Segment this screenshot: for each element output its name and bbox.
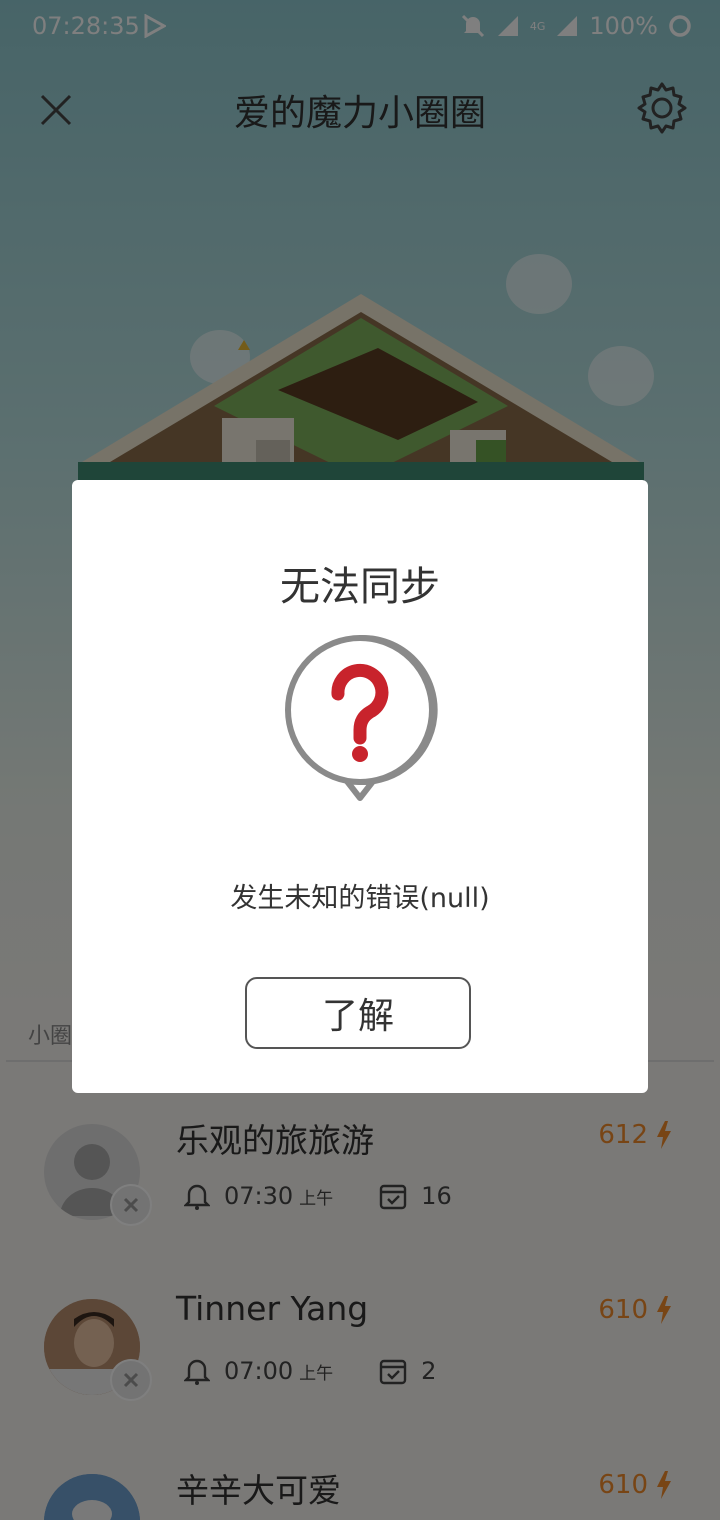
- dialog-message: 发生未知的错误(null): [230, 883, 490, 914]
- error-dialog: 无法同步 发生未知的错误(null) 了解: [72, 480, 648, 1093]
- question-bubble-icon: [285, 634, 438, 801]
- dialog-title: 无法同步: [280, 564, 440, 610]
- ok-button[interactable]: 了解: [245, 977, 471, 1049]
- app-screen: 小圈 07:28:35 4G 100%: [0, 0, 720, 1520]
